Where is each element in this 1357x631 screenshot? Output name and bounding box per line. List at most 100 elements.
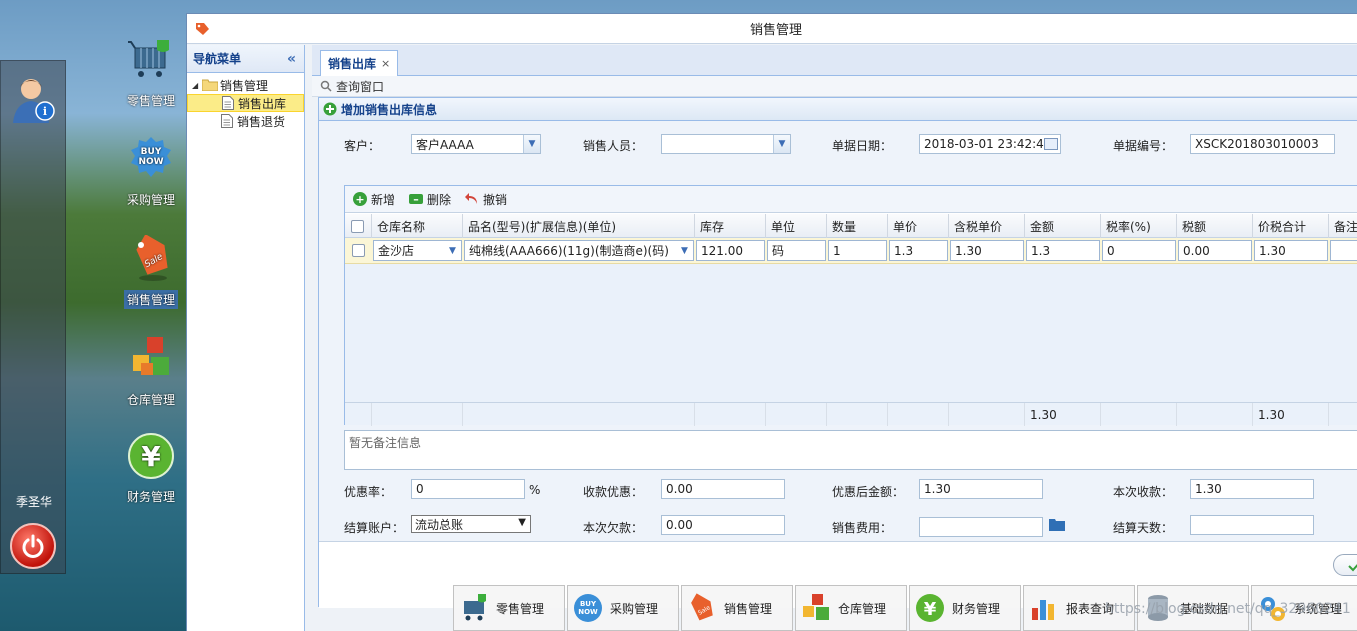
undo-label: 撤销 (483, 192, 508, 207)
this-collect-field[interactable]: 1.30 (1190, 479, 1314, 499)
dialog-title: 增加销售出库信息 (341, 102, 438, 117)
this-collect-label: 本次收款： (1113, 485, 1174, 499)
svg-text:¥: ¥ (924, 599, 937, 620)
sale-tag-icon: Sale (691, 593, 713, 621)
col-unit[interactable]: 单位 (766, 214, 827, 238)
col-remark[interactable]: 备注 (1329, 214, 1357, 238)
nav-header-title: 导航菜单 (193, 52, 242, 66)
boxes-icon (803, 594, 829, 620)
tab-close-icon[interactable]: × (381, 57, 390, 70)
delete-row-button[interactable]: – 删除 (409, 191, 451, 208)
this-debt-field[interactable]: 0.00 (661, 515, 785, 535)
tree-node-sales[interactable]: ◢ 销售管理 (187, 76, 304, 94)
collapse-icon[interactable]: « (287, 51, 296, 67)
add-row-button[interactable]: + 新增 (353, 191, 395, 208)
chevron-down-icon[interactable]: ▼ (676, 241, 693, 260)
tree-item-sales-out[interactable]: 销售出库 (187, 94, 304, 112)
calendar-icon[interactable] (1044, 138, 1058, 150)
svg-text:i: i (43, 105, 47, 118)
power-button[interactable] (10, 523, 56, 569)
user-panel: i 季圣华 (0, 60, 66, 574)
buy-now-icon: BUY NOW (574, 594, 602, 622)
salesperson-select[interactable]: ▼ (661, 134, 791, 154)
save-button[interactable] (1333, 554, 1357, 576)
account-select[interactable]: 流动总账 ▼ (411, 515, 531, 533)
date-field[interactable]: 2018-03-01 23:42:44 (919, 134, 1061, 154)
tree-item-label: 销售退货 (237, 114, 286, 129)
search-icon (320, 80, 332, 92)
cell-qty[interactable]: 1 (828, 240, 887, 261)
sales-fee-field[interactable] (919, 517, 1043, 537)
cell-amount[interactable]: 1.3 (1026, 240, 1100, 261)
cart-icon (128, 40, 169, 77)
taskbar-retail[interactable]: 零售管理 (453, 585, 565, 631)
col-tax[interactable]: 税额 (1177, 214, 1253, 238)
window-title-bar[interactable]: 销售管理 (187, 14, 1357, 44)
taskbar-sales[interactable]: Sale 销售管理 (681, 585, 793, 631)
desktop-icon-label: 采购管理 (126, 193, 175, 207)
select-all-checkbox[interactable] (351, 219, 364, 233)
number-field[interactable]: XSCK201803010003 (1190, 134, 1335, 154)
col-tax-rate[interactable]: 税率(%) (1101, 214, 1177, 238)
chevron-down-icon[interactable]: ▼ (773, 135, 790, 153)
taskbar-purchase[interactable]: BUY NOW 采购管理 (567, 585, 679, 631)
desktop-icon-label: 仓库管理 (126, 393, 175, 407)
query-window-bar[interactable]: 查询窗口 (312, 76, 1357, 97)
tab-sales-out[interactable]: 销售出库 × (320, 50, 399, 76)
tree-item-sales-return[interactable]: 销售退货 (187, 112, 304, 130)
chevron-down-icon[interactable]: ▼ (523, 135, 540, 153)
collect-discount-field[interactable]: 0.00 (661, 479, 785, 499)
user-name: 季圣华 (15, 495, 52, 509)
select-all-cell[interactable] (345, 214, 372, 238)
cell-remark[interactable] (1330, 240, 1357, 261)
cell-stock[interactable]: 121.00 (696, 240, 765, 261)
user-avatar-icon[interactable]: i (11, 75, 57, 123)
expand-triangle-icon[interactable]: ◢ (192, 81, 202, 90)
desktop-icon-purchase[interactable]: BUY NOW 采购管理 (116, 135, 186, 209)
cell-product[interactable]: 纯棉线(AAA666)(11g)(制造商e)(码) ▼ (464, 240, 694, 261)
cell-tax-price[interactable]: 1.30 (950, 240, 1024, 261)
col-stock[interactable]: 库存 (695, 214, 766, 238)
desktop-icon-sales[interactable]: Sale 销售管理 (116, 234, 186, 309)
col-total[interactable]: 价税合计 (1253, 214, 1329, 238)
taskbar-finance[interactable]: ¥ 财务管理 (909, 585, 1021, 631)
cell-tax[interactable]: 0.00 (1178, 240, 1252, 261)
col-price[interactable]: 单价 (888, 214, 949, 238)
taskbar-warehouse[interactable]: 仓库管理 (795, 585, 907, 631)
col-qty[interactable]: 数量 (827, 214, 888, 238)
row-checkbox[interactable] (352, 244, 365, 257)
col-tax-price[interactable]: 含税单价 (949, 214, 1025, 238)
cell-warehouse[interactable]: 金沙店 ▼ (373, 240, 462, 261)
dropdown-arrow-icon: ▼ (518, 517, 526, 528)
cell-total[interactable]: 1.30 (1254, 240, 1328, 261)
desktop-icon-retail[interactable]: 零售管理 (116, 36, 186, 110)
customer-select[interactable]: 客户AAAA ▼ (411, 134, 541, 154)
col-product[interactable]: 品名(型号)(扩展信息)(单位) (463, 214, 695, 238)
desktop-icon-finance[interactable]: ¥ 财务管理 (116, 432, 186, 506)
taskbar-label: 零售管理 (496, 601, 545, 616)
desktop-icon-label: 销售管理 (123, 290, 178, 309)
taskbar-label: 仓库管理 (838, 601, 887, 616)
col-amount[interactable]: 金额 (1025, 214, 1101, 238)
this-debt-label: 本次欠款： (583, 521, 644, 535)
add-icon: + (353, 192, 367, 206)
table-row[interactable]: 金沙店 ▼ 纯棉线(AAA666)(11g)(制造商e)(码) ▼ 121.00… (345, 238, 1357, 264)
folder-icon[interactable] (1049, 517, 1065, 531)
window-title: 销售管理 (749, 23, 802, 38)
cell-unit[interactable]: 码 (767, 240, 826, 261)
date-value: 2018-03-01 23:42:44 (924, 137, 1052, 151)
after-discount-field[interactable]: 1.30 (919, 479, 1043, 499)
svg-text:NOW: NOW (138, 157, 163, 167)
grid-summary-row: 1.30 1.30 (345, 402, 1357, 426)
undo-button[interactable]: 撤销 (465, 191, 507, 208)
cell-price[interactable]: 1.3 (889, 240, 948, 261)
col-warehouse[interactable]: 仓库名称 (372, 214, 463, 238)
discount-rate-field[interactable]: 0 (411, 479, 525, 499)
cart-icon (464, 594, 486, 621)
chevron-down-icon[interactable]: ▼ (444, 241, 461, 260)
desktop-icon-warehouse[interactable]: 仓库管理 (116, 335, 186, 409)
settle-days-field[interactable] (1190, 515, 1314, 535)
remark-textarea[interactable]: 暂无备注信息 (344, 430, 1357, 470)
cell-tax-rate[interactable]: 0 (1102, 240, 1176, 261)
foot-cell (372, 403, 463, 426)
